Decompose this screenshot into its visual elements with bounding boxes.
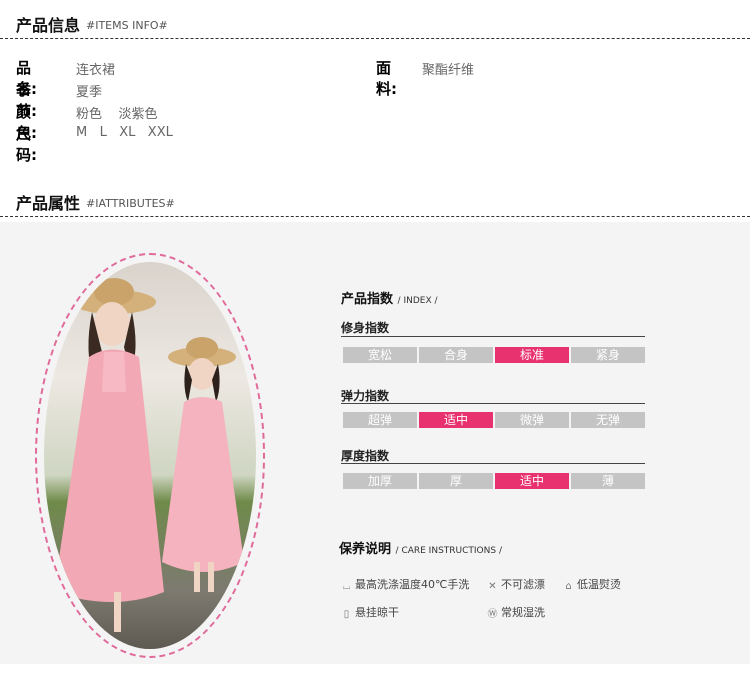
- wash-tub-icon: ⌴: [342, 581, 351, 592]
- care-text: 不可滤漂: [501, 578, 545, 591]
- index-title: 产品指数 / INDEX /: [341, 288, 438, 307]
- care-item: Ⓦ 常规湿洗: [487, 604, 546, 620]
- option-no-stretch: 无弹: [571, 412, 645, 428]
- dry-clean-icon: Ⓦ: [487, 609, 498, 620]
- divider: [0, 216, 750, 217]
- care-item: ✕ 不可滤漂: [487, 576, 545, 592]
- value: 聚酯纤维: [422, 63, 475, 78]
- care-subtitle: / CARE INSTRUCTIONS /: [395, 546, 502, 556]
- category-divider: [341, 336, 645, 337]
- attributes-subtitle: #IATTRIBUTES#: [86, 197, 175, 210]
- fit-index-bar: 宽松 合身 标准 紧身: [343, 347, 645, 363]
- stretch-index-bar: 超弹 适中 微弹 无弹: [343, 412, 645, 428]
- category-divider: [341, 463, 645, 464]
- thickness-index-bar: 加厚 厚 适中 薄: [343, 473, 645, 489]
- index-subtitle: / INDEX /: [397, 296, 438, 306]
- option-fitted: 合身: [419, 347, 493, 363]
- option-super-stretch: 超弹: [343, 412, 417, 428]
- option-loose: 宽松: [343, 347, 417, 363]
- category-thickness-label: 厚度指数: [341, 449, 390, 463]
- attributes-title: 产品属性: [16, 194, 81, 213]
- option-tight: 紧身: [571, 347, 645, 363]
- option-thick: 厚: [419, 473, 493, 489]
- product-photo: [44, 262, 256, 649]
- care-text: 低温熨烫: [577, 578, 621, 591]
- iron-icon: ⌂: [565, 581, 572, 592]
- care-text: 悬挂晾干: [355, 606, 399, 619]
- divider: [0, 38, 750, 39]
- items-info-subtitle: #ITEMS INFO#: [86, 19, 168, 32]
- care-title-text: 保养说明: [339, 542, 392, 557]
- category-stretch-label: 弹力指数: [341, 389, 390, 403]
- value: M L XL XXL: [76, 125, 173, 140]
- category-divider: [341, 403, 645, 404]
- label: 尺码:: [16, 125, 37, 164]
- index-title-text: 产品指数: [341, 292, 394, 307]
- care-title: 保养说明 / CARE INSTRUCTIONS /: [339, 538, 502, 557]
- no-bleach-icon: ✕: [488, 581, 497, 592]
- option-medium: 适中: [419, 412, 493, 428]
- option-standard: 标准: [495, 347, 569, 363]
- care-text: 最高洗涤温度40℃手洗: [355, 578, 470, 591]
- label: 面料:: [376, 59, 397, 98]
- hang-dry-icon: ▯: [343, 609, 350, 620]
- value: 粉色 淡紫色: [76, 107, 158, 122]
- option-medium-thickness: 适中: [495, 473, 569, 489]
- care-item: ⌂ 低温熨烫: [563, 576, 621, 592]
- care-item: ⌴ 最高洗涤温度40℃手洗: [341, 576, 470, 592]
- category-fit-label: 修身指数: [341, 321, 390, 335]
- care-item: ▯ 悬挂晾干: [341, 604, 399, 620]
- option-extra-thick: 加厚: [343, 473, 417, 489]
- option-slight-stretch: 微弹: [495, 412, 569, 428]
- care-text: 常规湿洗: [501, 606, 545, 619]
- items-info-title: 产品信息: [16, 16, 81, 35]
- value: 连衣裙: [76, 63, 116, 78]
- option-thin: 薄: [571, 473, 645, 489]
- value: 夏季: [76, 85, 103, 100]
